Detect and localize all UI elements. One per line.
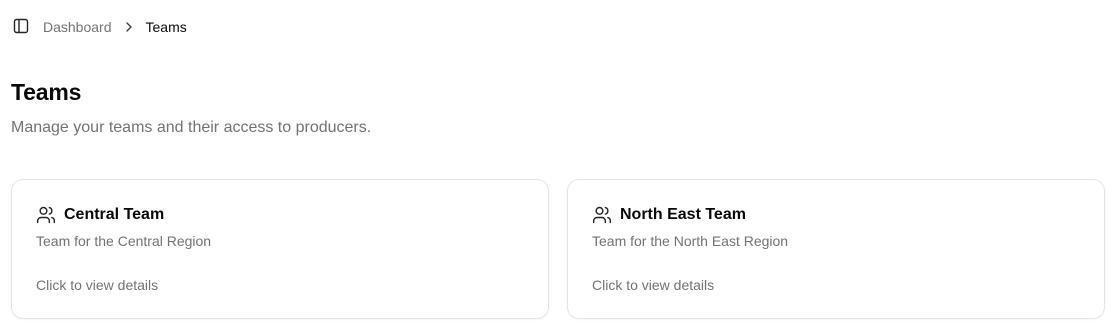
team-card-north-east[interactable]: North East Team Team for the North East … xyxy=(567,179,1105,319)
team-description: Team for the Central Region xyxy=(36,233,212,249)
team-card-header: North East Team xyxy=(592,204,746,226)
top-bar: Dashboard Teams xyxy=(0,0,1110,54)
team-card-central[interactable]: Central Team Team for the Central Region… xyxy=(11,179,549,319)
team-card-header: Central Team xyxy=(36,204,164,226)
breadcrumb: Dashboard Teams xyxy=(43,17,187,37)
team-name: Central Team xyxy=(64,206,165,223)
team-view-details-hint: Click to view details xyxy=(592,277,715,293)
team-description: Team for the North East Region xyxy=(592,233,789,249)
page-subtitle: Manage your teams and their access to pr… xyxy=(11,119,372,136)
chevron-right-icon xyxy=(124,20,134,34)
users-icon xyxy=(592,205,612,225)
page-title: Teams xyxy=(11,79,82,105)
users-icon xyxy=(36,205,56,225)
sidebar-toggle-icon[interactable] xyxy=(13,18,29,34)
breadcrumb-current-page: Teams xyxy=(145,19,187,35)
team-view-details-hint: Click to view details xyxy=(36,277,159,293)
breadcrumb-dashboard-link[interactable]: Dashboard xyxy=(43,19,112,35)
team-name: North East Team xyxy=(620,206,746,223)
